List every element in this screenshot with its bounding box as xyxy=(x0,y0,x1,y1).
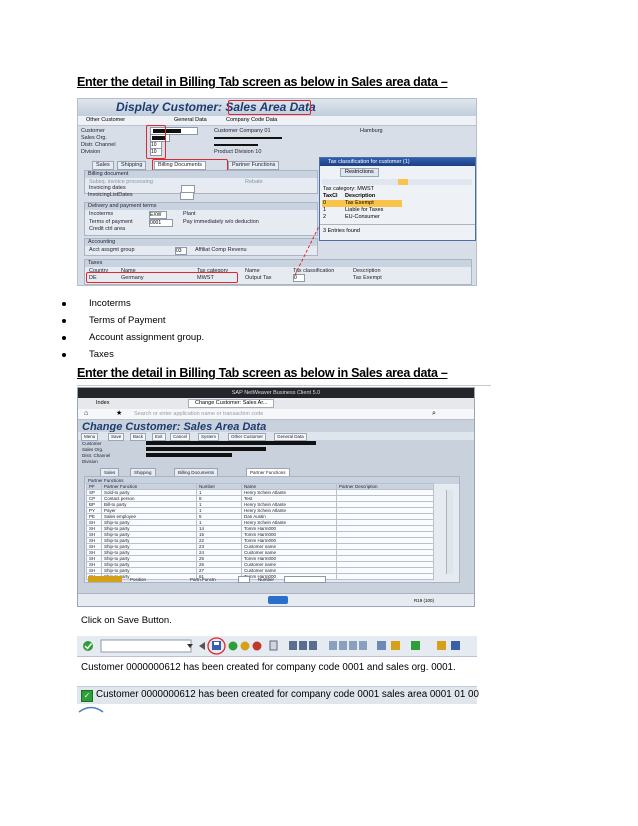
tab-change-customer[interactable]: Change Customer: Sales Ar... xyxy=(188,399,275,408)
bullet-text: Taxes xyxy=(89,349,114,360)
bullet-dot xyxy=(62,336,66,340)
sap-logo-icon xyxy=(268,596,288,604)
bullet-dot xyxy=(62,319,66,323)
tax-category-text: Tax category: MWST xyxy=(323,186,375,192)
division-label: Division xyxy=(82,459,98,464)
row-desc-2[interactable]: EU-Consumer xyxy=(345,214,380,221)
search-input[interactable]: Search or enter application name or tran… xyxy=(134,411,263,418)
restrictions-tab[interactable]: Restrictions xyxy=(340,168,379,177)
redacted-sales-org xyxy=(146,447,266,451)
cancel-button[interactable]: Cancel xyxy=(170,433,191,441)
sap-status-bar: ✓ Customer 0000000612 has been created f… xyxy=(77,686,479,704)
address-bar: ⌂ ★ Search or enter application name or … xyxy=(78,409,474,420)
sales-org-label: Sales Org. xyxy=(82,447,104,452)
home-icon[interactable]: ⌂ xyxy=(84,410,88,418)
save-button[interactable]: Save xyxy=(108,433,125,441)
exit-button[interactable]: Exit xyxy=(152,433,166,441)
row-desc-1[interactable]: Liable for Taxes xyxy=(345,207,383,214)
heading-1: Enter the detail in Billing Tab screen a… xyxy=(77,75,448,89)
menu-button[interactable]: Menu xyxy=(81,433,99,441)
col-description: Description xyxy=(345,193,376,199)
table-scrollbar[interactable] xyxy=(446,490,453,574)
bullet-dot xyxy=(62,353,66,357)
dist-channel-label: Distr. Channel xyxy=(82,453,111,458)
divider-line xyxy=(77,385,491,386)
entries-found: 3 Entries found xyxy=(323,228,360,234)
bullet-text: Incoterms xyxy=(89,298,131,309)
search-icon[interactable]: ⌕ xyxy=(432,409,436,418)
back-button[interactable]: Back xyxy=(130,433,147,441)
status-swoosh xyxy=(78,706,104,713)
redacted-channel xyxy=(146,453,232,457)
success-check-icon: ✓ xyxy=(81,690,93,702)
browser-tabs: Index Change Customer: Sales Ar... xyxy=(78,398,474,409)
bullet-dot xyxy=(62,302,66,306)
sap-toolbar xyxy=(77,636,477,657)
screenshot-change-customer: SAP NetWeaver Business Client 5.0 Index … xyxy=(77,387,475,607)
popup-toolbar-highlight xyxy=(398,179,408,185)
popup-divider xyxy=(320,224,475,225)
popup-title: Tax classification for customer (1) xyxy=(320,158,475,166)
bullet-text: Account assignment group. xyxy=(89,332,205,343)
row-desc-0[interactable]: Tax Exempt xyxy=(345,200,374,207)
row-code-1[interactable]: 1 xyxy=(323,207,326,214)
partn-func-field[interactable] xyxy=(238,576,250,583)
general-data-button[interactable]: General Data xyxy=(274,433,307,441)
created-message: Customer 0000000612 has been created for… xyxy=(81,662,456,673)
window-title: SAP NetWeaver Business Client 5.0 xyxy=(78,388,474,398)
save-icon[interactable] xyxy=(208,638,225,654)
heading-2: Enter the detail in Billing Tab screen a… xyxy=(77,366,448,380)
tab-index[interactable]: Index xyxy=(96,400,109,407)
status-bar: R19 (100) xyxy=(78,593,474,606)
redacted-customer xyxy=(146,441,316,445)
cell-partner-description[interactable] xyxy=(336,573,434,580)
number-field[interactable] xyxy=(284,576,326,583)
number-label: Number xyxy=(258,577,275,582)
tax-classification-popup: Tax classification for customer (1) Rest… xyxy=(319,157,476,241)
star-icon[interactable]: ★ xyxy=(116,410,122,418)
other-customer-button[interactable]: Other Customer xyxy=(228,433,267,441)
row-code-0[interactable]: 0 xyxy=(323,200,326,207)
table-tools-icon[interactable] xyxy=(88,576,122,582)
tab-bar: Sales Shipping Billing Documents Partner… xyxy=(100,468,340,477)
customer-label: Customer xyxy=(82,441,102,446)
position-label: Position xyxy=(130,577,147,582)
menu-bar: Menu Save Back Exit Cancel System Other … xyxy=(78,432,474,441)
system-button[interactable]: System xyxy=(198,433,220,441)
partner-functions-table: PF Partner Function Number Name Partner … xyxy=(86,483,434,580)
col-taxcl: TaxCl xyxy=(323,193,338,199)
click-save-instruction: Click on Save Button. xyxy=(81,615,172,626)
system-info: R19 (100) xyxy=(414,598,435,603)
row-code-2[interactable]: 2 xyxy=(323,214,326,221)
popup-toolbar xyxy=(322,179,472,185)
partn-func-label: Partn.Functn xyxy=(190,577,216,582)
status-message: Customer 0000000612 has been created for… xyxy=(96,689,479,700)
bullet-text: Terms of Payment xyxy=(89,315,166,326)
command-field[interactable] xyxy=(101,640,191,652)
screenshot-display-customer: Display Customer: Sales Area Data Other … xyxy=(77,98,477,286)
enter-icon[interactable] xyxy=(82,640,94,652)
